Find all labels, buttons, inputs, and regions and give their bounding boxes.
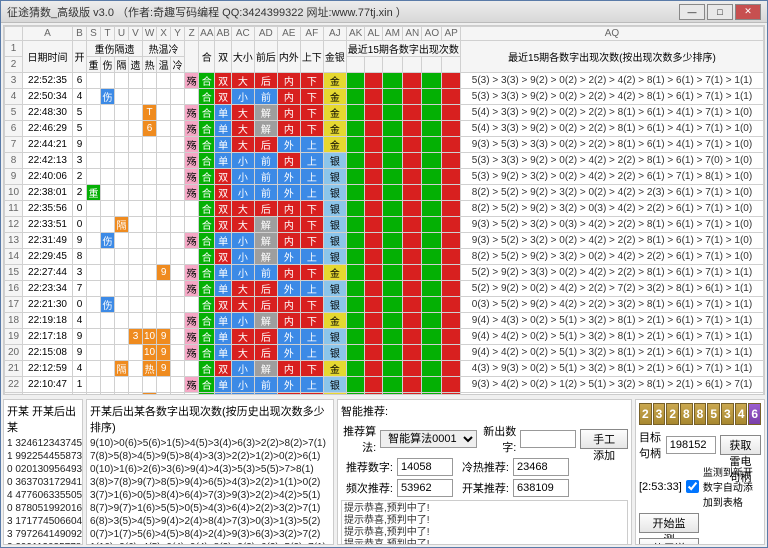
history-row: 3 7972641490925216...: [7, 528, 79, 541]
freq-row: 8(7)>9(7)>1(6)>5(5)>0(5)>4(3)>6(4)>2(2)>…: [90, 502, 330, 515]
digit-display: 5: [707, 403, 720, 425]
chk-auto-add[interactable]: [686, 480, 699, 493]
message-log[interactable]: 提示恭喜,预判中了!提示恭喜,预判中了!提示恭喜,预判中了!提示恭喜,预判中了!…: [341, 500, 628, 545]
freq-row: 7(8)>5(8)>4(5)>9(5)>8(4)>3(3)>2(2)>1(2)>…: [90, 450, 330, 463]
history-row: 4 4776063355053129...: [7, 489, 79, 502]
freq-row: 6(8)>3(5)>4(5)>9(4)>2(4)>8(4)>7(3)>0(3)>…: [90, 515, 330, 528]
label-rec: 推荐数字:: [341, 459, 393, 475]
chk-label: 监测到新开数字自动添加到表格: [703, 464, 761, 509]
btn-manual-add[interactable]: 手工添加: [580, 429, 628, 449]
digit-display: 2: [666, 403, 679, 425]
history-row: 0 3637031729418760...: [7, 476, 79, 489]
digit-display: 3: [653, 403, 666, 425]
digit-display: 3: [721, 403, 734, 425]
panel2-header: 开某后出某各数字出现次数(按历史出现次数多少排序): [90, 403, 330, 435]
input-cold[interactable]: [513, 458, 569, 476]
input-freq[interactable]: [397, 479, 453, 497]
digit-display: 8: [680, 403, 693, 425]
btn-get-handle[interactable]: 获取雷电句柄: [720, 435, 761, 455]
freq-row: 9(10)>0(6)>5(6)>1(5)>4(5)>3(4)>6(3)>2(2)…: [90, 437, 330, 450]
freq-row: 3(7)>1(6)>0(5)>8(4)>6(4)>7(3)>9(3)>2(2)>…: [90, 489, 330, 502]
digit-display: 8: [694, 403, 707, 425]
history-row: 0 0201309564931328...: [7, 463, 79, 476]
msg-row: 提示恭喜,预判中了!: [344, 503, 625, 515]
btn-help[interactable]: 使用说明帮助: [639, 538, 699, 545]
history-row: 3 1717745066044813...: [7, 515, 79, 528]
panel3-header: 智能推荐:: [341, 403, 628, 419]
freq-row: 0(7)>1(7)>5(6)>4(5)>8(4)>2(4)>9(3)>6(3)>…: [90, 528, 330, 541]
panel1-header: 开某 开某后出某: [7, 403, 79, 435]
history-row: 1 3246123437456343...: [7, 437, 79, 450]
select-algo[interactable]: 智能算法0001: [380, 430, 477, 448]
minimize-button[interactable]: —: [679, 4, 705, 20]
msg-row: 提示恭喜,预判中了!: [344, 515, 625, 527]
history-row: 3 2991120357780124...: [7, 541, 79, 545]
panel-open-history: 开某 开某后出某 1 3246123437456343...1 99225445…: [3, 399, 83, 545]
window-title: 征途猜数_高级版 v3.0 （作者:奇趣写码编程 QQ:3424399322 网…: [7, 4, 679, 20]
input-rec[interactable]: [397, 458, 453, 476]
freq-row: 0(10)>1(6)>2(6)>3(6)>9(4)>4(3)>5(3)>5(5)…: [90, 463, 330, 476]
msg-row: 提示恭喜,预判中了!: [344, 539, 625, 545]
main-grid[interactable]: ABSTUVWXYZAAABACADAEAFAJAKALAMANAOAPAQ1日…: [3, 25, 765, 395]
panel-recommend: 智能推荐: 推荐算法: 智能算法0001 新出数字: 手工添加 推荐数字: 冷热…: [337, 399, 632, 545]
digit-display: 2: [639, 403, 652, 425]
label-target: 目标句柄: [639, 429, 662, 461]
digit-display: 4: [735, 403, 748, 425]
input-target-handle[interactable]: [666, 436, 716, 454]
label-open: 开某推荐:: [457, 480, 509, 496]
close-button[interactable]: ✕: [735, 4, 761, 20]
input-new-digit[interactable]: [520, 430, 576, 448]
history-row: 0 8780519920169549...: [7, 502, 79, 515]
label-algo: 推荐算法:: [341, 423, 376, 455]
digit-display: 6: [748, 403, 761, 425]
label-freq: 频次推荐:: [341, 480, 393, 496]
panel-freq-history: 开某后出某各数字出现次数(按历史出现次数多少排序) 9(10)>0(6)>5(6…: [86, 399, 334, 545]
timer-label: [2:53:33]: [639, 481, 682, 493]
label-cold: 冷热推荐:: [457, 459, 509, 475]
btn-start-monitor[interactable]: 开始监测: [639, 513, 699, 533]
history-row: 1 9922544558737753...: [7, 450, 79, 463]
maximize-button[interactable]: □: [707, 4, 733, 20]
msg-row: 提示恭喜,预判中了!: [344, 527, 625, 539]
panel-monitor: 232885346 目标句柄 获取雷电句柄 [2:53:33] 监测到新开数字自…: [635, 399, 765, 545]
freq-row: 3(8)>7(8)>9(7)>8(5)>9(4)>6(5)>4(3)>2(2)>…: [90, 476, 330, 489]
label-new: 新出数字:: [481, 423, 516, 455]
freq-row: 1(10)>2(6)>4(5)>0(4)>9(4)>8(3)>3(3)>6(3)…: [90, 541, 330, 545]
input-open[interactable]: [513, 479, 569, 497]
